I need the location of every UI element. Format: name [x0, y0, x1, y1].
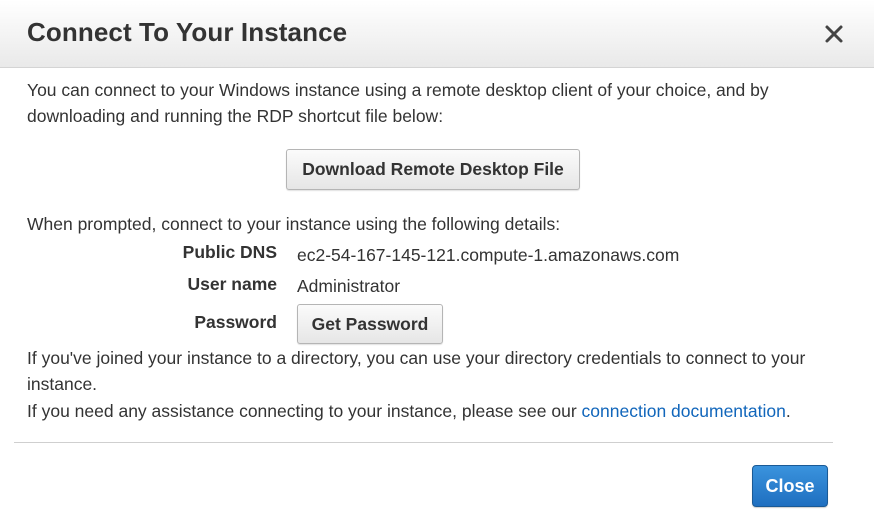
user-name-label: User name — [187, 274, 278, 294]
directory-note-line-1: If you've joined your instance to a dire… — [27, 348, 806, 368]
assistance-line: If you need any assistance connecting to… — [27, 398, 791, 424]
password-label: Password — [194, 312, 277, 332]
footer-divider — [14, 442, 833, 443]
close-x-icon[interactable] — [820, 20, 848, 48]
public-dns-value: ec2-54-167-145-121.compute-1.amazonaws.c… — [297, 245, 680, 265]
dialog-title: Connect To Your Instance — [27, 17, 348, 47]
intro-line-2: downloading and running the RDP shortcut… — [27, 106, 444, 126]
connect-instance-dialog: Connect To Your Instance You can connect… — [0, 0, 874, 522]
dialog-header: Connect To Your Instance — [0, 0, 874, 68]
directory-note-line-2: instance. — [27, 374, 98, 394]
connection-documentation-link[interactable]: connection documentation — [582, 401, 786, 421]
public-dns-label: Public DNS — [182, 242, 277, 262]
assistance-text: If you need any assistance connecting to… — [27, 401, 577, 421]
close-button[interactable]: Close — [752, 465, 828, 507]
close-x-icon-svg — [825, 25, 843, 43]
assistance-suffix: . — [785, 401, 791, 421]
user-name-value: Administrator — [297, 276, 401, 296]
details-prompt: When prompted, connect to your instance … — [27, 214, 561, 234]
get-password-button[interactable]: Get Password — [297, 304, 443, 344]
download-rdp-file-button[interactable]: Download Remote Desktop File — [286, 149, 580, 190]
intro-line-1: You can connect to your Windows instance… — [27, 80, 769, 100]
